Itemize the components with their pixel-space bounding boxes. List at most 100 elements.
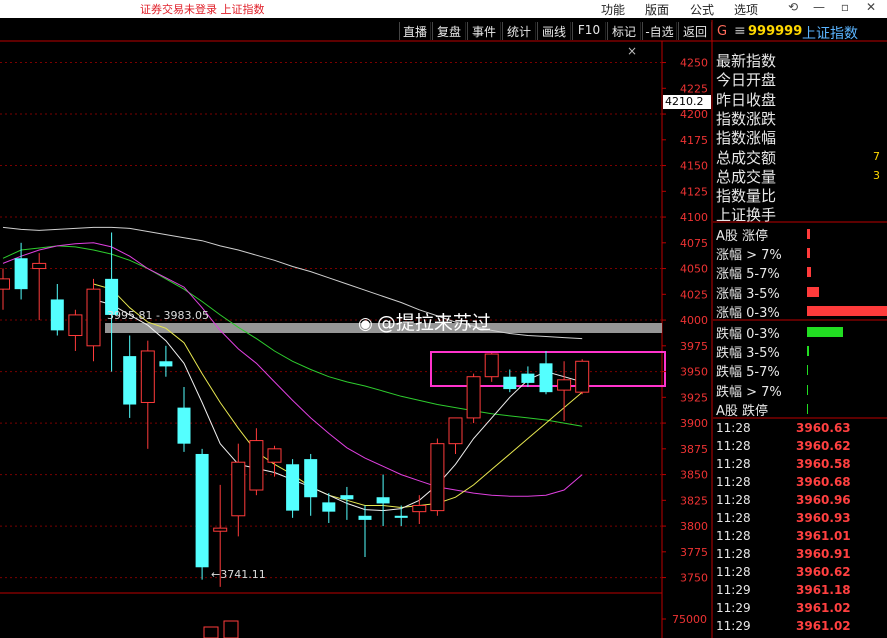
current-price-label: 4210.2 [663, 95, 711, 109]
candle-body [159, 361, 173, 367]
y-tick-label: 3925 [680, 391, 708, 404]
tick-time: 11:29 [716, 619, 751, 633]
distribution-bar [807, 267, 811, 278]
tick-price: 3960.58 [796, 457, 851, 471]
distribution-bar [807, 403, 808, 414]
info-row: 最新指数 [716, 52, 777, 70]
candle-body [557, 379, 572, 391]
volume-bar [203, 626, 219, 638]
candle-body [322, 502, 336, 512]
candle-body [123, 356, 137, 405]
distribution-bar [807, 248, 810, 259]
candle-body [539, 363, 553, 393]
price-axis: 4250 4225 4200 4175 4150 4125 4100 4075 4050 4025… [662, 57, 708, 620]
candle-body [213, 527, 228, 532]
y-tick-label: 3850 [680, 469, 708, 482]
y-tick-label: 3800 [680, 520, 708, 533]
candle-body [376, 497, 390, 504]
y-tick-label: 4000 [680, 314, 708, 327]
tick-price: 3960.68 [796, 475, 851, 489]
y-tick-label: 4250 [680, 57, 708, 70]
distribution-row: 涨幅 > 7% [716, 248, 782, 264]
tick-time: 11:28 [716, 457, 751, 471]
candle-body [412, 504, 427, 513]
tick-price: 3961.02 [796, 619, 851, 633]
candle-body [249, 440, 264, 491]
candle-body [503, 376, 517, 390]
y-tick-label: 4100 [680, 211, 708, 224]
candle-body [32, 262, 47, 270]
info-row: 今日开盘 [716, 71, 777, 90]
y-tick-label: 4200 [680, 108, 708, 121]
y-tick-label: 3750 [680, 572, 708, 585]
tick-time: 11:28 [716, 439, 751, 453]
candle-body [575, 360, 590, 393]
info-row: 指数量比 [716, 187, 777, 206]
volume-bar [223, 620, 239, 638]
y-tick-label: 4225 [680, 82, 708, 95]
candle-body [340, 495, 354, 500]
y-tick-label: 3975 [680, 340, 708, 353]
tick-time: 11:29 [716, 583, 751, 597]
tick-price: 3960.93 [796, 511, 851, 525]
candle-body [231, 461, 246, 517]
candle-body [448, 417, 463, 445]
tick-time: 11:28 [716, 529, 751, 543]
tick-price: 3960.63 [796, 421, 851, 435]
tick-time: 11:28 [716, 475, 751, 489]
distribution-bar [807, 305, 887, 316]
tick-time: 11:28 [716, 565, 751, 579]
y-tick-label: 4075 [680, 237, 708, 250]
tick-time: 11:28 [716, 547, 751, 561]
info-row: 昨日收盘 [716, 90, 777, 109]
distribution-row: 涨幅 0-3% [716, 305, 780, 321]
tick-time: 11:28 [716, 511, 751, 525]
candle-body [358, 515, 372, 520]
low-label: ←3741.11 [211, 568, 266, 581]
g-icon[interactable]: G [717, 24, 727, 39]
y-tick-label: 4025 [680, 288, 708, 301]
candle-body [177, 407, 191, 444]
stock-name: 上证指数 [802, 26, 858, 42]
y-tick-label: 3900 [680, 417, 708, 430]
watermark: ◉ @提拉来苏过 [358, 308, 491, 335]
tick-time: 11:28 [716, 421, 751, 435]
tick-price: 3961.18 [796, 583, 851, 597]
y-tick-label: 4150 [680, 160, 708, 173]
watermark-text: @提拉来苏过 [376, 312, 491, 334]
info-row: 总成交额 [716, 148, 777, 167]
candle-body [521, 373, 535, 383]
distribution-row: 跌幅 > 7% [716, 384, 782, 400]
distribution-row: 跌幅 3-5% [716, 346, 780, 362]
candle-body [0, 278, 10, 290]
candle-body [304, 459, 318, 498]
y-tick-label: 3875 [680, 443, 708, 456]
distribution-row: 涨幅 5-7% [716, 267, 780, 283]
distribution-bar [807, 384, 808, 395]
candle-body [394, 515, 408, 518]
candle-body [86, 288, 101, 347]
y-tick-label: 3950 [680, 366, 708, 379]
tick-price: 3960.62 [796, 565, 851, 579]
candle-body [195, 453, 209, 568]
y-tick-label: 3825 [680, 494, 708, 507]
tick-price: 3960.96 [796, 493, 851, 507]
candle-body [14, 258, 28, 290]
candle-body [50, 299, 64, 331]
tick-time: 11:28 [716, 493, 751, 507]
distribution-row: A股 跌停 [716, 403, 769, 419]
distribution-row: 跌幅 0-3% [716, 327, 780, 342]
menu-icon[interactable]: ≡ [734, 23, 746, 39]
candle-body [267, 448, 282, 463]
y-tick-label: 3775 [680, 546, 708, 559]
panel-header: G ≡ 999999 上证指数 [714, 22, 887, 44]
tick-price: 3960.62 [796, 439, 851, 453]
candle-body [140, 350, 155, 403]
info-row: 上证换手 [716, 206, 777, 225]
info-row: 总成交量 [716, 167, 777, 186]
tick-time: 11:29 [716, 601, 751, 615]
distribution-bar [807, 365, 808, 376]
info-row: 指数涨跌 [716, 109, 777, 128]
range-label: 3995.81 - 3983.05 [107, 309, 209, 322]
y-tick-label: 4175 [680, 134, 708, 147]
